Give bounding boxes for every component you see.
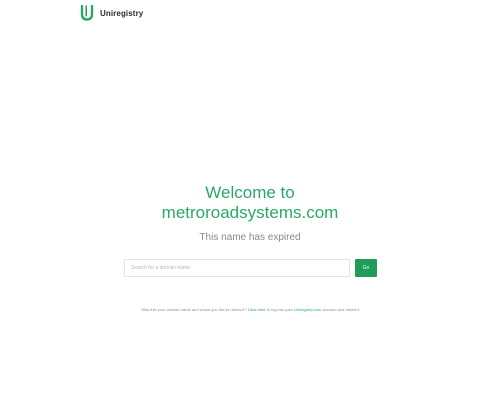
renew-note: Was this your domain name and would you … [126,306,376,313]
welcome-heading: Welcome to metroroadsystems.com [0,183,500,223]
search-input[interactable] [124,259,350,277]
go-button[interactable]: Go [355,259,377,277]
domain-name: metroroadsystems.com [161,203,339,222]
note-text-after: account and renew it. [321,307,361,312]
note-text-middle: to log into your [265,307,294,312]
uniregistry-link[interactable]: Uniregistry.com [294,307,322,312]
brand-name[interactable]: Uniregistry [100,9,143,18]
click-here-link[interactable]: Click here [248,307,266,312]
page: Uniregistry Welcome to metroroadsystems.… [0,0,500,417]
uniregistry-u-icon[interactable] [80,5,94,21]
welcome-line: Welcome to [205,183,295,202]
expired-status: This name has expired [199,232,301,243]
search-form: Go [124,259,377,277]
note-text-before: Was this your domain name and would you … [141,307,248,312]
header: Uniregistry [80,4,143,22]
